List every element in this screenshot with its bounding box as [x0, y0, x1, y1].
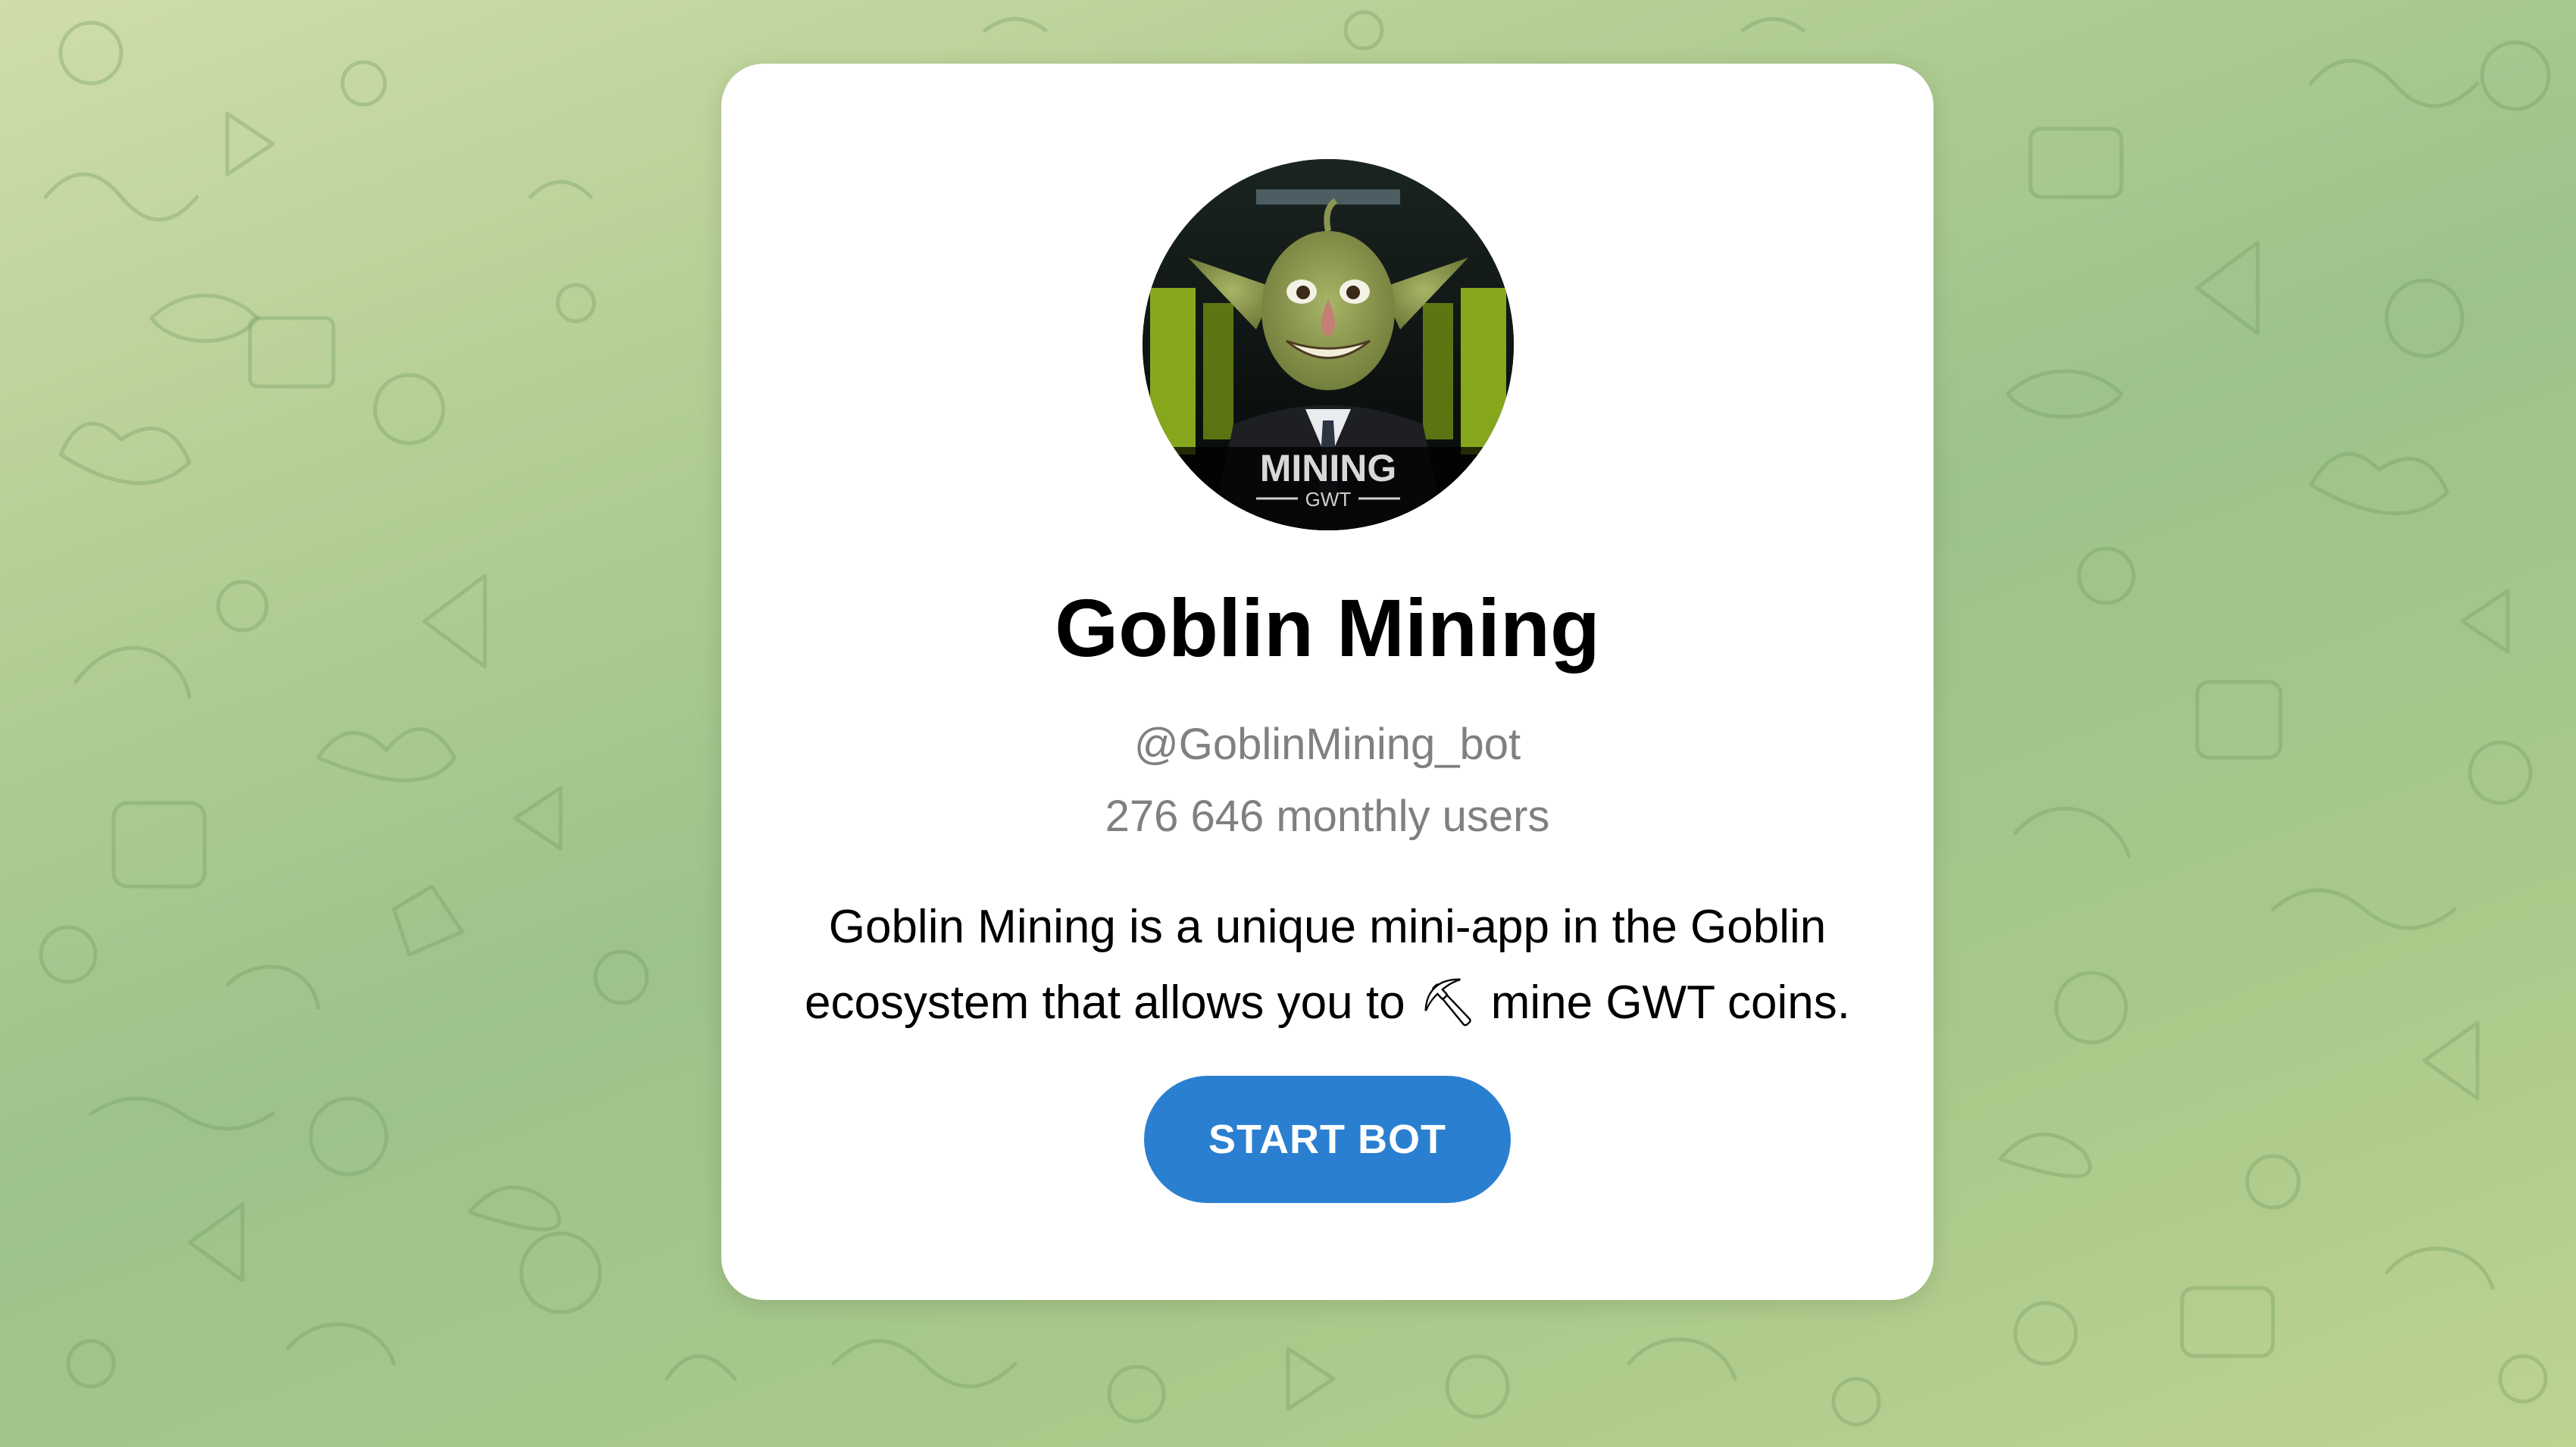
start-bot-button[interactable]: START BOT	[1144, 1076, 1511, 1203]
monthly-users-count: 276 646 monthly users	[1105, 792, 1550, 841]
bot-avatar: MINING GWT	[1143, 159, 1514, 530]
bot-username[interactable]: @GoblinMining_bot	[721, 719, 1934, 770]
avatar-gwt-text: GWT	[1305, 488, 1352, 511]
bot-info-card: MINING GWT Goblin Mining @GoblinMining_b…	[721, 64, 1934, 1300]
avatar-mining-text: MINING	[1260, 447, 1397, 489]
bot-name: Goblin Mining	[1055, 582, 1600, 673]
bot-description: Goblin Mining is a unique mini-app in th…	[804, 901, 1851, 1029]
